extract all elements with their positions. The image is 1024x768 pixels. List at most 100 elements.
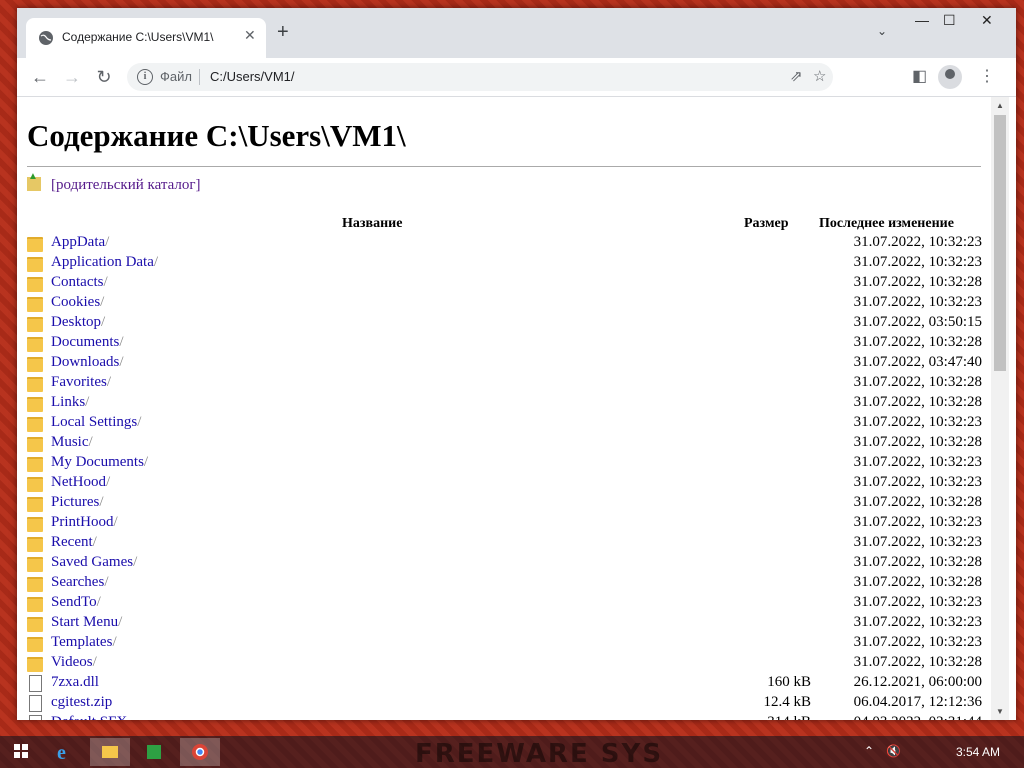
entry-link[interactable]: Documents (51, 334, 119, 350)
entry-link[interactable]: Favorites (51, 374, 107, 390)
entry-name[interactable]: AppData/ (51, 234, 109, 251)
entry-link[interactable]: Downloads (51, 354, 119, 370)
entry-link[interactable]: NetHood (51, 474, 106, 490)
close-tab-icon[interactable]: ✕ (244, 27, 256, 44)
entry-link[interactable]: Local Settings (51, 414, 137, 430)
entry-link[interactable]: Templates (51, 634, 112, 650)
entry-name[interactable]: Favorites/ (51, 374, 111, 391)
entry-link[interactable]: Recent (51, 534, 93, 550)
entry-name[interactable]: Default.SFX (51, 714, 127, 720)
back-arrow-icon[interactable]: ← (27, 64, 53, 90)
divider (27, 166, 981, 167)
entry-link[interactable]: Saved Games (51, 554, 133, 570)
entry-name[interactable]: Pictures/ (51, 494, 104, 511)
chrome-icon[interactable] (180, 738, 220, 766)
chevron-down-icon[interactable]: ⌄ (877, 24, 887, 38)
entry-name[interactable]: Templates/ (51, 634, 117, 651)
star-icon[interactable]: ☆ (813, 67, 826, 85)
new-tab-icon[interactable]: + (277, 22, 289, 42)
clock[interactable]: 3:54 AM (956, 745, 1000, 759)
entry-name[interactable]: SendTo/ (51, 594, 101, 611)
table-row: PrintHood/31.07.2022, 10:32:23 (27, 514, 982, 534)
entry-name[interactable]: My Documents/ (51, 454, 148, 471)
side-panel-icon[interactable]: ◧ (912, 66, 927, 86)
info-icon[interactable]: i (137, 69, 153, 85)
entry-name[interactable]: Downloads/ (51, 354, 124, 371)
store-icon[interactable] (135, 738, 175, 766)
entry-name[interactable]: PrintHood/ (51, 514, 118, 531)
entry-name[interactable]: cgitest.zip (51, 694, 112, 711)
entry-name[interactable]: Music/ (51, 434, 93, 451)
entry-link[interactable]: Application Data (51, 254, 154, 270)
windows-start-icon[interactable] (14, 744, 28, 758)
entry-link[interactable]: PrintHood (51, 514, 114, 530)
url-text[interactable]: C:/Users/VM1/ (210, 69, 295, 84)
forward-arrow-icon[interactable]: → (59, 64, 85, 90)
table-row: Downloads/31.07.2022, 03:47:40 (27, 354, 982, 374)
entry-link[interactable]: 7zxa.dll (51, 674, 99, 690)
entry-link[interactable]: Cookies (51, 294, 100, 310)
entry-name[interactable]: NetHood/ (51, 474, 110, 491)
entry-name[interactable]: Saved Games/ (51, 554, 137, 571)
entry-name[interactable]: Application Data/ (51, 254, 158, 271)
entry-link[interactable]: Start Menu (51, 614, 118, 630)
entry-name[interactable]: Searches/ (51, 574, 108, 591)
entry-name[interactable]: 7zxa.dll (51, 674, 99, 691)
entry-name[interactable]: Videos/ (51, 654, 97, 671)
entry-name[interactable]: Local Settings/ (51, 414, 141, 431)
folder-icon (27, 357, 43, 372)
scroll-thumb[interactable] (994, 115, 1006, 371)
profile-avatar-icon[interactable] (938, 65, 962, 89)
column-header-name[interactable]: Название (342, 216, 402, 232)
file-explorer-icon[interactable] (90, 738, 130, 766)
address-bar[interactable]: i Файл C:/Users/VM1/ ⇗ ☆ (127, 63, 833, 91)
entry-link[interactable]: cgitest.zip (51, 694, 112, 710)
reload-icon[interactable]: ↻ (91, 64, 117, 90)
entry-name[interactable]: Documents/ (51, 334, 124, 351)
entry-link[interactable]: SendTo (51, 594, 97, 610)
entry-link[interactable]: Contacts (51, 274, 104, 290)
scroll-up-icon[interactable]: ▲ (996, 101, 1004, 110)
chevron-up-icon[interactable]: ⌃ (864, 744, 874, 758)
menu-dots-icon[interactable]: ⋮ (979, 66, 995, 86)
folder-slash: / (99, 494, 104, 510)
folder-icon (27, 237, 43, 252)
entry-modified: 31.07.2022, 10:32:23 (853, 294, 982, 310)
entry-name[interactable]: Recent/ (51, 534, 97, 551)
entry-link[interactable]: Music (51, 434, 89, 450)
minimize-icon[interactable]: — (915, 12, 929, 28)
entry-name[interactable]: Cookies/ (51, 294, 104, 311)
entry-link[interactable]: AppData (51, 234, 105, 250)
vertical-scrollbar[interactable]: ▲ ▼ (991, 97, 1009, 720)
entry-link[interactable]: Desktop (51, 314, 101, 330)
table-row: Favorites/31.07.2022, 10:32:28 (27, 374, 982, 394)
entry-name[interactable]: Contacts/ (51, 274, 108, 291)
window-close-icon[interactable]: ✕ (981, 12, 993, 29)
entry-modified: 31.07.2022, 10:32:23 (853, 254, 982, 270)
table-row: Searches/31.07.2022, 10:32:28 (27, 574, 982, 594)
entry-name[interactable]: Links/ (51, 394, 89, 411)
folder-icon (27, 577, 43, 592)
entry-link[interactable]: Searches (51, 574, 104, 590)
share-icon[interactable]: ⇗ (790, 67, 803, 85)
up-folder-icon (27, 171, 41, 191)
entry-link[interactable]: My Documents (51, 454, 144, 470)
column-header-size[interactable]: Размер (744, 216, 789, 232)
column-header-modified[interactable]: Последнее изменение (819, 216, 954, 232)
entry-link[interactable]: Pictures (51, 494, 99, 510)
folder-slash: / (105, 234, 110, 250)
speaker-muted-icon[interactable]: 🔇 (886, 744, 901, 758)
table-row: Local Settings/31.07.2022, 10:32:23 (27, 414, 982, 434)
maximize-icon[interactable]: ☐ (943, 12, 956, 29)
entry-link[interactable]: Videos (51, 654, 93, 670)
internet-explorer-icon[interactable]: e (45, 738, 85, 766)
entry-name[interactable]: Desktop/ (51, 314, 105, 331)
parent-directory-link[interactable]: [родительский каталог] (27, 171, 201, 194)
folder-icon (27, 277, 43, 292)
scroll-down-icon[interactable]: ▼ (996, 707, 1004, 716)
active-tab[interactable]: Содержание C:\Users\VM1\ ✕ (26, 18, 266, 58)
parent-link-text[interactable]: [родительский каталог] (51, 177, 201, 193)
entry-link[interactable]: Default.SFX (51, 714, 127, 720)
entry-link[interactable]: Links (51, 394, 85, 410)
entry-name[interactable]: Start Menu/ (51, 614, 122, 631)
